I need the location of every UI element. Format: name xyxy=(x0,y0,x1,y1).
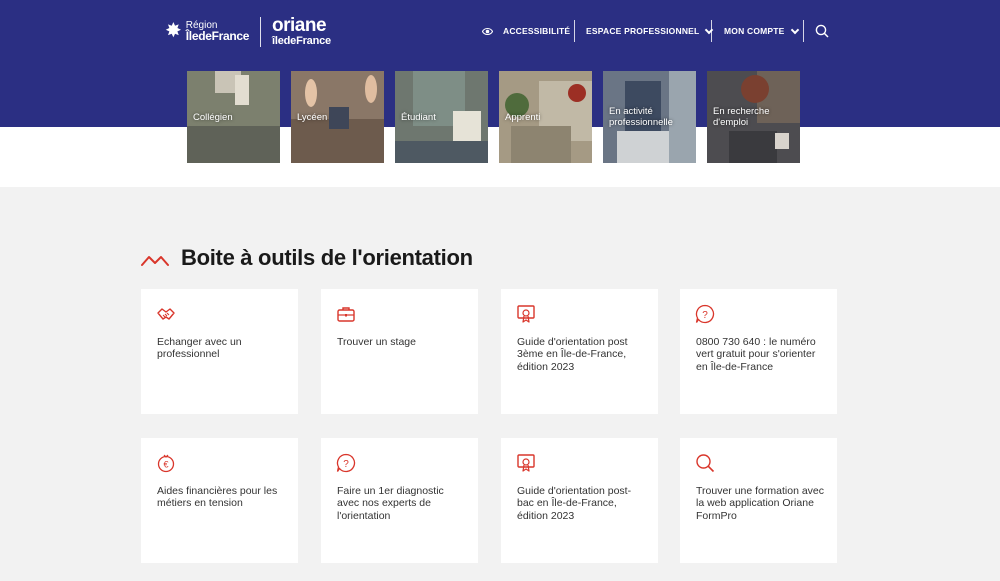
chevron-down-icon xyxy=(790,25,799,34)
nav-divider xyxy=(711,20,712,42)
section-title: Boite à outils de l'orientation xyxy=(181,245,473,270)
nav-account[interactable]: MON COMPTE xyxy=(724,20,799,42)
tool-card-formpro[interactable]: Trouver une formation avec la web applic… xyxy=(680,438,837,563)
tool-card-stage[interactable]: Trouver un stage xyxy=(321,289,478,414)
audience-card-lyceen[interactable]: Lycéen xyxy=(291,71,384,163)
audience-card-label: Lycéen xyxy=(297,112,328,123)
eye-icon xyxy=(482,27,493,35)
euro-icon: € xyxy=(157,454,175,473)
nav-account-label: MON COMPTE xyxy=(724,26,785,36)
audience-card-label: En recherche d'emploi xyxy=(713,106,770,128)
chevron-down-icon xyxy=(705,25,714,34)
oriane-logo-line2: îledeFrance xyxy=(272,35,331,47)
nav-divider xyxy=(803,20,804,42)
star-icon: ✸ xyxy=(165,20,182,42)
region-logo[interactable]: ✸ Région ÎledeFrance xyxy=(165,20,250,43)
nav-accessibility-label: ACCESSIBILITÉ xyxy=(503,26,571,36)
tool-card-numero-vert[interactable]: ? 0800 730 640 : le numéro vert gratuit … xyxy=(680,289,837,414)
question-icon: ? xyxy=(695,304,715,324)
audience-card-label: Apprenti xyxy=(505,112,541,123)
search-icon xyxy=(696,454,715,473)
svg-text:?: ? xyxy=(702,310,708,321)
audience-card-recherche-emploi[interactable]: En recherche d'emploi xyxy=(707,71,800,163)
nav-accessibility[interactable]: ACCESSIBILITÉ xyxy=(482,20,570,42)
nav-pro-space[interactable]: ESPACE PROFESSIONNEL xyxy=(586,20,714,42)
tool-card-guide-postbac[interactable]: Guide d'orientation post-bac en Île-de-F… xyxy=(501,438,658,563)
audience-card-etudiant[interactable]: Étudiant xyxy=(395,71,488,163)
nav-pro-space-label: ESPACE PROFESSIONNEL xyxy=(586,26,700,36)
audience-card-label: Étudiant xyxy=(401,112,436,123)
audience-card-collegien[interactable]: Collégien xyxy=(187,71,280,163)
question-icon: ? xyxy=(336,453,356,473)
tool-card-label: Trouver une formation avec la web applic… xyxy=(696,485,825,522)
audience-card-label: Collégien xyxy=(193,112,233,123)
certificate-icon xyxy=(517,305,535,323)
oriane-logo[interactable]: oriane îledeFrance xyxy=(272,15,331,48)
tool-card-diagnostic[interactable]: ? Faire un 1er diagnostic avec nos exper… xyxy=(321,438,478,563)
audience-card-apprenti[interactable]: Apprenti xyxy=(499,71,592,163)
region-logo-line2: ÎledeFrance xyxy=(185,29,250,43)
audience-card-label: En activité professionnelle xyxy=(609,106,673,128)
tool-card-guide-3eme[interactable]: Guide d'orientation post 3ème en Île-de-… xyxy=(501,289,658,414)
certificate-icon xyxy=(517,454,535,472)
tool-card-label: Aides financières pour les métiers en te… xyxy=(157,485,278,510)
svg-text:€: € xyxy=(163,460,168,470)
tool-card-label: Guide d'orientation post 3ème en Île-de-… xyxy=(517,336,628,373)
tool-card-echanger[interactable]: Echanger avec un professionnel xyxy=(141,289,298,414)
briefcase-icon xyxy=(337,307,355,322)
tool-card-label: Trouver un stage xyxy=(337,336,416,348)
audience-card-en-activite[interactable]: En activité professionnelle xyxy=(603,71,696,163)
tool-card-label: Faire un 1er diagnostic avec nos experts… xyxy=(337,485,444,522)
search-icon[interactable] xyxy=(815,24,829,38)
tool-card-label: 0800 730 640 : le numéro vert gratuit po… xyxy=(696,336,816,373)
tool-card-aides[interactable]: € Aides financières pour les métiers en … xyxy=(141,438,298,563)
oriane-logo-line1: oriane xyxy=(272,15,327,36)
handshake-icon xyxy=(157,308,175,320)
tool-card-label: Guide d'orientation post-bac en Île-de-F… xyxy=(517,485,632,522)
section-zigzag-icon xyxy=(141,256,169,266)
svg-text:?: ? xyxy=(343,459,349,470)
nav-divider xyxy=(574,20,575,42)
tool-card-label: Echanger avec un professionnel xyxy=(157,336,242,361)
logo-divider xyxy=(260,17,261,47)
